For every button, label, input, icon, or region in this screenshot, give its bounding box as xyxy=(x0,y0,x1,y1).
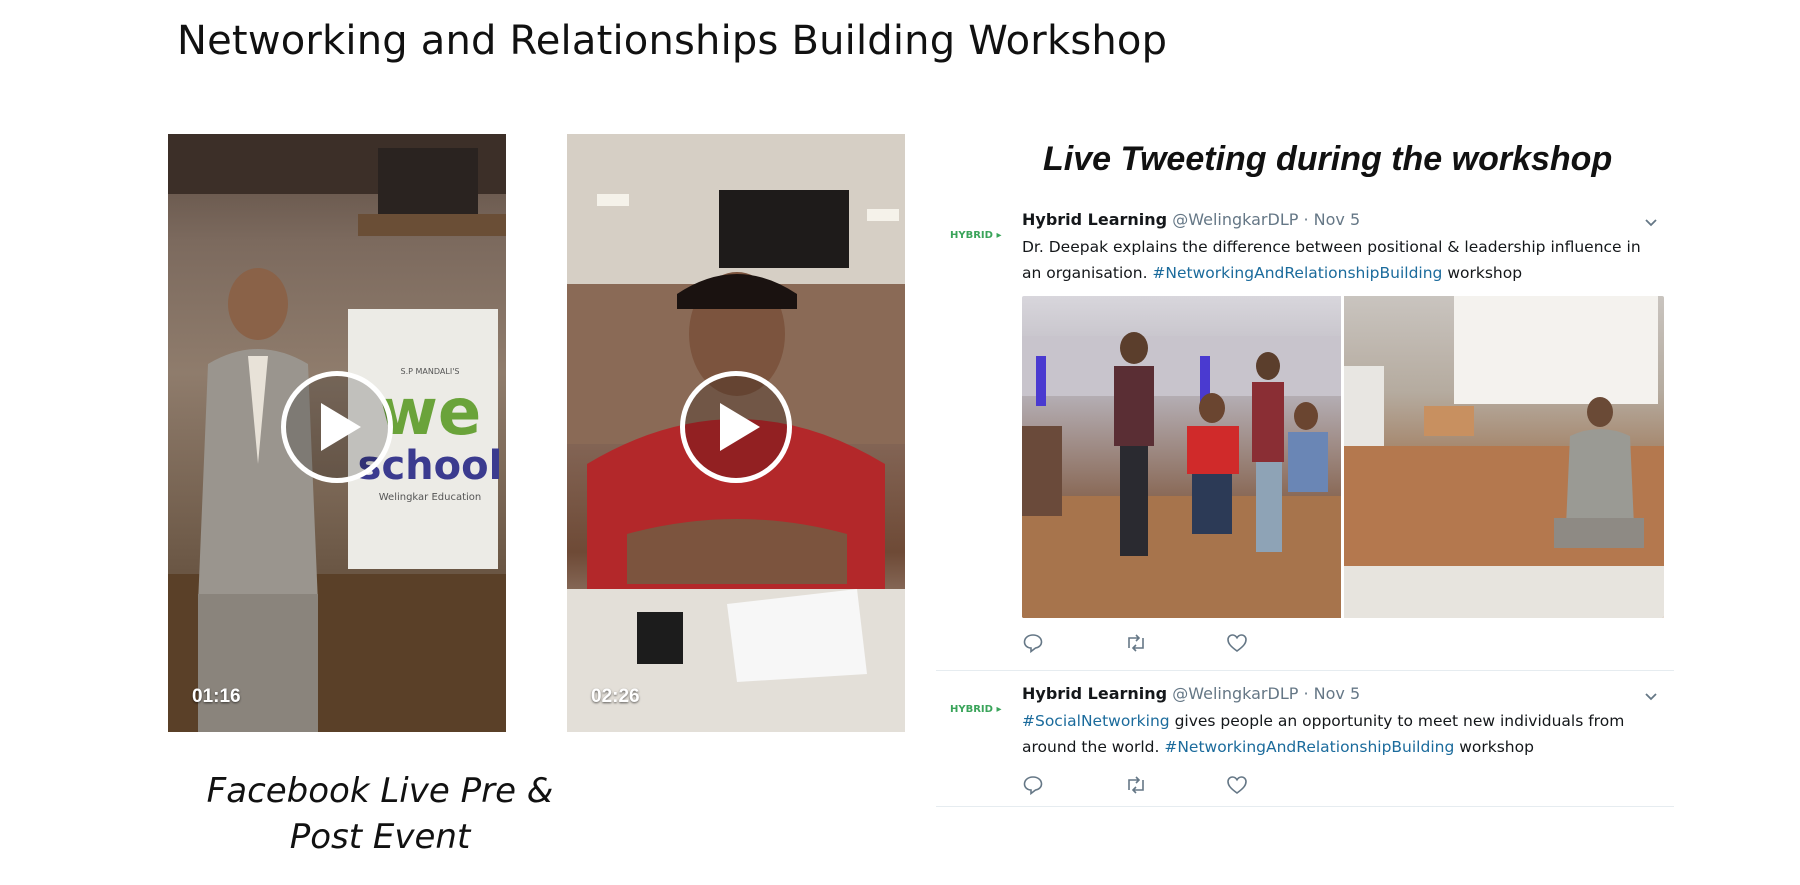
tweet-text: Dr. Deepak explains the difference betwe… xyxy=(1022,234,1662,286)
video-duration: 02:26 xyxy=(591,686,640,707)
tweet-header: Hybrid Learning @WelingkarDLP · Nov 5 xyxy=(1022,684,1360,703)
caption-line-2: Post Event xyxy=(289,817,471,857)
tweet-photo[interactable] xyxy=(1022,296,1341,618)
reply-icon xyxy=(1023,776,1043,796)
workshop-group-photo xyxy=(1022,332,1341,618)
tweet[interactable]: HYBRID ▸ Hybrid Learning @WelingkarDLP ·… xyxy=(936,682,1674,807)
facebook-video-1[interactable]: S.P MANDALI'S we school Welingkar Educat… xyxy=(168,134,506,732)
facebook-video-2[interactable]: 02:26 xyxy=(567,134,905,732)
avatar-label: HYBRID xyxy=(950,230,993,241)
tweet-photo[interactable] xyxy=(1344,296,1664,618)
tweet-date[interactable]: · Nov 5 xyxy=(1303,684,1360,703)
banner-small-text: S.P MANDALI'S xyxy=(401,367,460,376)
reply-button[interactable] xyxy=(1022,774,1124,796)
chevron-down-icon[interactable] xyxy=(1644,690,1658,704)
heart-icon xyxy=(1227,634,1247,652)
play-button[interactable] xyxy=(680,371,792,484)
tweet[interactable]: HYBRID ▸ Hybrid Learning @WelingkarDLP ·… xyxy=(936,208,1674,671)
tweet-actions xyxy=(1022,774,1328,796)
tweet-header: Hybrid Learning @WelingkarDLP · Nov 5 xyxy=(1022,210,1360,229)
retweet-button[interactable] xyxy=(1124,774,1226,796)
reply-button[interactable] xyxy=(1022,632,1124,654)
avatar[interactable]: HYBRID ▸ xyxy=(950,230,1010,254)
tweet-text-part: workshop xyxy=(1442,264,1523,282)
tweet-text: #SocialNetworking gives people an opport… xyxy=(1022,708,1662,760)
banner-tagline-text: Welingkar Education xyxy=(379,492,482,503)
hashtag-link[interactable]: #SocialNetworking xyxy=(1022,712,1170,730)
like-button[interactable] xyxy=(1226,632,1328,654)
workshop-speaker-photo xyxy=(1344,296,1664,618)
tweet-media[interactable] xyxy=(1022,296,1664,618)
author-handle[interactable]: @WelingkarDLP xyxy=(1172,210,1298,229)
hashtag-link[interactable]: #NetworkingAndRelationshipBuilding xyxy=(1164,738,1454,756)
tweet-actions xyxy=(1022,632,1328,654)
caption-line-1: Facebook Live Pre & xyxy=(206,771,554,811)
reply-icon xyxy=(1023,634,1043,654)
video-duration: 01:16 xyxy=(192,686,241,707)
tweet-date[interactable]: · Nov 5 xyxy=(1303,210,1360,229)
retweet-icon xyxy=(1128,776,1144,794)
like-button[interactable] xyxy=(1226,774,1328,796)
hashtag-link[interactable]: #NetworkingAndRelationshipBuilding xyxy=(1152,264,1442,282)
avatar[interactable]: HYBRID ▸ xyxy=(950,704,1010,728)
banner-we-text: we xyxy=(379,376,482,450)
tweet-text-part: workshop xyxy=(1454,738,1534,756)
retweet-icon xyxy=(1128,634,1144,652)
chevron-down-icon[interactable] xyxy=(1644,216,1658,230)
heart-icon xyxy=(1227,776,1247,794)
live-tweeting-heading: Live Tweeting during the workshop xyxy=(1043,140,1613,178)
page-title: Networking and Relationships Building Wo… xyxy=(177,18,1168,64)
author-name[interactable]: Hybrid Learning xyxy=(1022,684,1167,703)
play-button[interactable] xyxy=(281,371,393,484)
author-name[interactable]: Hybrid Learning xyxy=(1022,210,1167,229)
retweet-button[interactable] xyxy=(1124,632,1226,654)
play-icon xyxy=(321,403,361,452)
author-handle[interactable]: @WelingkarDLP xyxy=(1172,684,1298,703)
avatar-label: HYBRID xyxy=(950,704,993,715)
play-icon xyxy=(720,403,760,452)
facebook-live-caption: Facebook Live Pre & Post Event xyxy=(168,768,592,860)
